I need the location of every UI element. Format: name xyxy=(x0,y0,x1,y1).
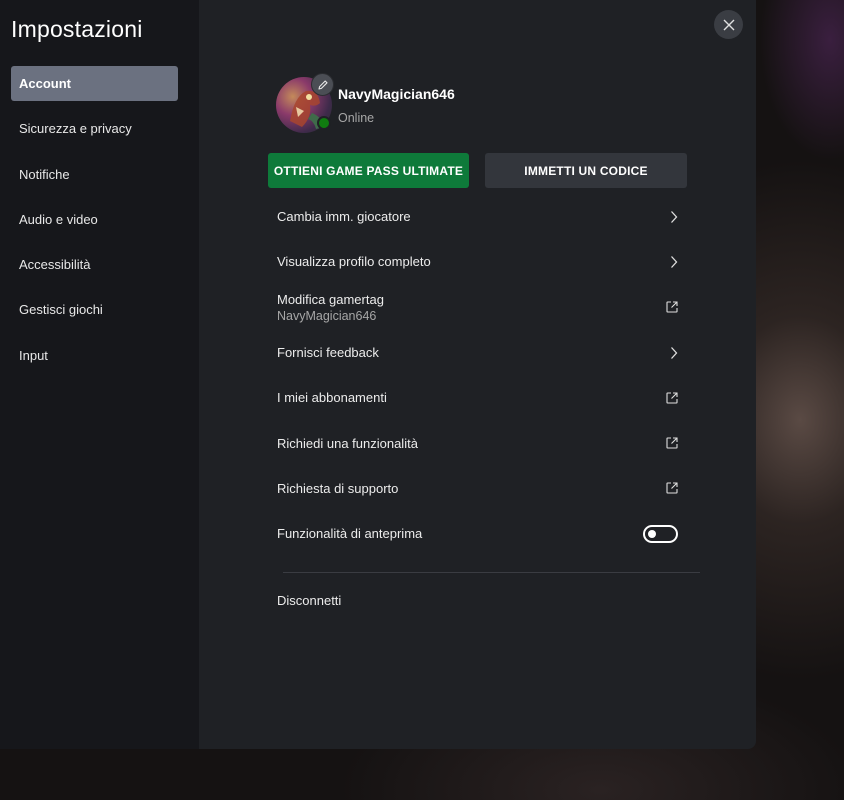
sidebar-item-input[interactable]: Input xyxy=(11,338,178,373)
settings-dialog: Impostazioni Account Sicurezza e privacy… xyxy=(0,0,756,749)
menu-item-label: Richiesta di supporto xyxy=(277,480,399,496)
menu-item-request-feature[interactable]: Richiedi una funzionalità xyxy=(277,420,685,465)
sidebar-item-security-privacy[interactable]: Sicurezza e privacy xyxy=(11,111,178,146)
current-gamertag: NavyMagician646 xyxy=(277,308,377,323)
sidebar-item-manage-games[interactable]: Gestisci giochi xyxy=(11,292,178,327)
menu-item-label: Modifica gamertag xyxy=(277,291,384,307)
menu-item-subscriptions[interactable]: I miei abbonamenti xyxy=(277,375,685,420)
chevron-right-icon xyxy=(669,255,679,269)
menu-item-label: Richiedi una funzionalità xyxy=(277,435,418,451)
settings-sidebar: Impostazioni Account Sicurezza e privacy… xyxy=(0,0,199,749)
sidebar-item-accessibility[interactable]: Accessibilità xyxy=(11,247,178,282)
presence-status: Online xyxy=(338,111,375,125)
sidebar-item-account[interactable]: Account xyxy=(11,66,178,101)
preview-features-toggle[interactable] xyxy=(643,524,678,543)
sidebar-item-audio-video[interactable]: Audio e video xyxy=(11,202,178,237)
close-icon xyxy=(723,19,734,30)
redeem-code-button[interactable]: IMMETTI UN CODICE xyxy=(485,153,687,188)
menu-item-view-profile[interactable]: Visualizza profilo completo xyxy=(277,239,685,284)
pencil-icon xyxy=(317,79,328,90)
account-menu: Cambia imm. giocatore Visualizza profilo… xyxy=(277,194,685,556)
divider xyxy=(283,572,700,573)
external-link-icon xyxy=(665,481,679,495)
external-link-icon xyxy=(665,391,679,405)
menu-item-edit-gamertag[interactable]: Modifica gamertag NavyMagician646 xyxy=(277,285,685,330)
gamertag: NavyMagician646 xyxy=(338,86,455,102)
close-button[interactable] xyxy=(714,10,743,39)
external-link-icon xyxy=(665,300,679,314)
chevron-right-icon xyxy=(669,210,679,224)
menu-item-label: Visualizza profilo completo xyxy=(277,254,431,270)
external-link-icon xyxy=(665,436,679,450)
get-game-pass-button[interactable]: OTTIENI GAME PASS ULTIMATE xyxy=(268,153,469,188)
disconnect-button[interactable]: Disconnetti xyxy=(277,593,341,608)
chevron-right-icon xyxy=(669,346,679,360)
menu-item-label: I miei abbonamenti xyxy=(277,390,387,406)
menu-item-preview-features: Funzionalità di anteprima xyxy=(277,511,685,556)
menu-item-feedback[interactable]: Fornisci feedback xyxy=(277,330,685,375)
page-title: Impostazioni xyxy=(11,16,143,42)
menu-item-label: Funzionalità di anteprima xyxy=(277,526,423,542)
toggle-knob xyxy=(648,529,656,538)
menu-item-label: Fornisci feedback xyxy=(277,345,379,361)
menu-item-label: Cambia imm. giocatore xyxy=(277,209,411,225)
online-status-dot xyxy=(317,116,331,130)
menu-item-change-gamerpic[interactable]: Cambia imm. giocatore xyxy=(277,194,685,239)
sidebar-nav: Account Sicurezza e privacy Notifiche Au… xyxy=(11,66,178,383)
sidebar-item-notifications[interactable]: Notifiche xyxy=(11,157,178,192)
edit-avatar-button[interactable] xyxy=(311,73,334,96)
menu-item-support-request[interactable]: Richiesta di supporto xyxy=(277,466,685,511)
